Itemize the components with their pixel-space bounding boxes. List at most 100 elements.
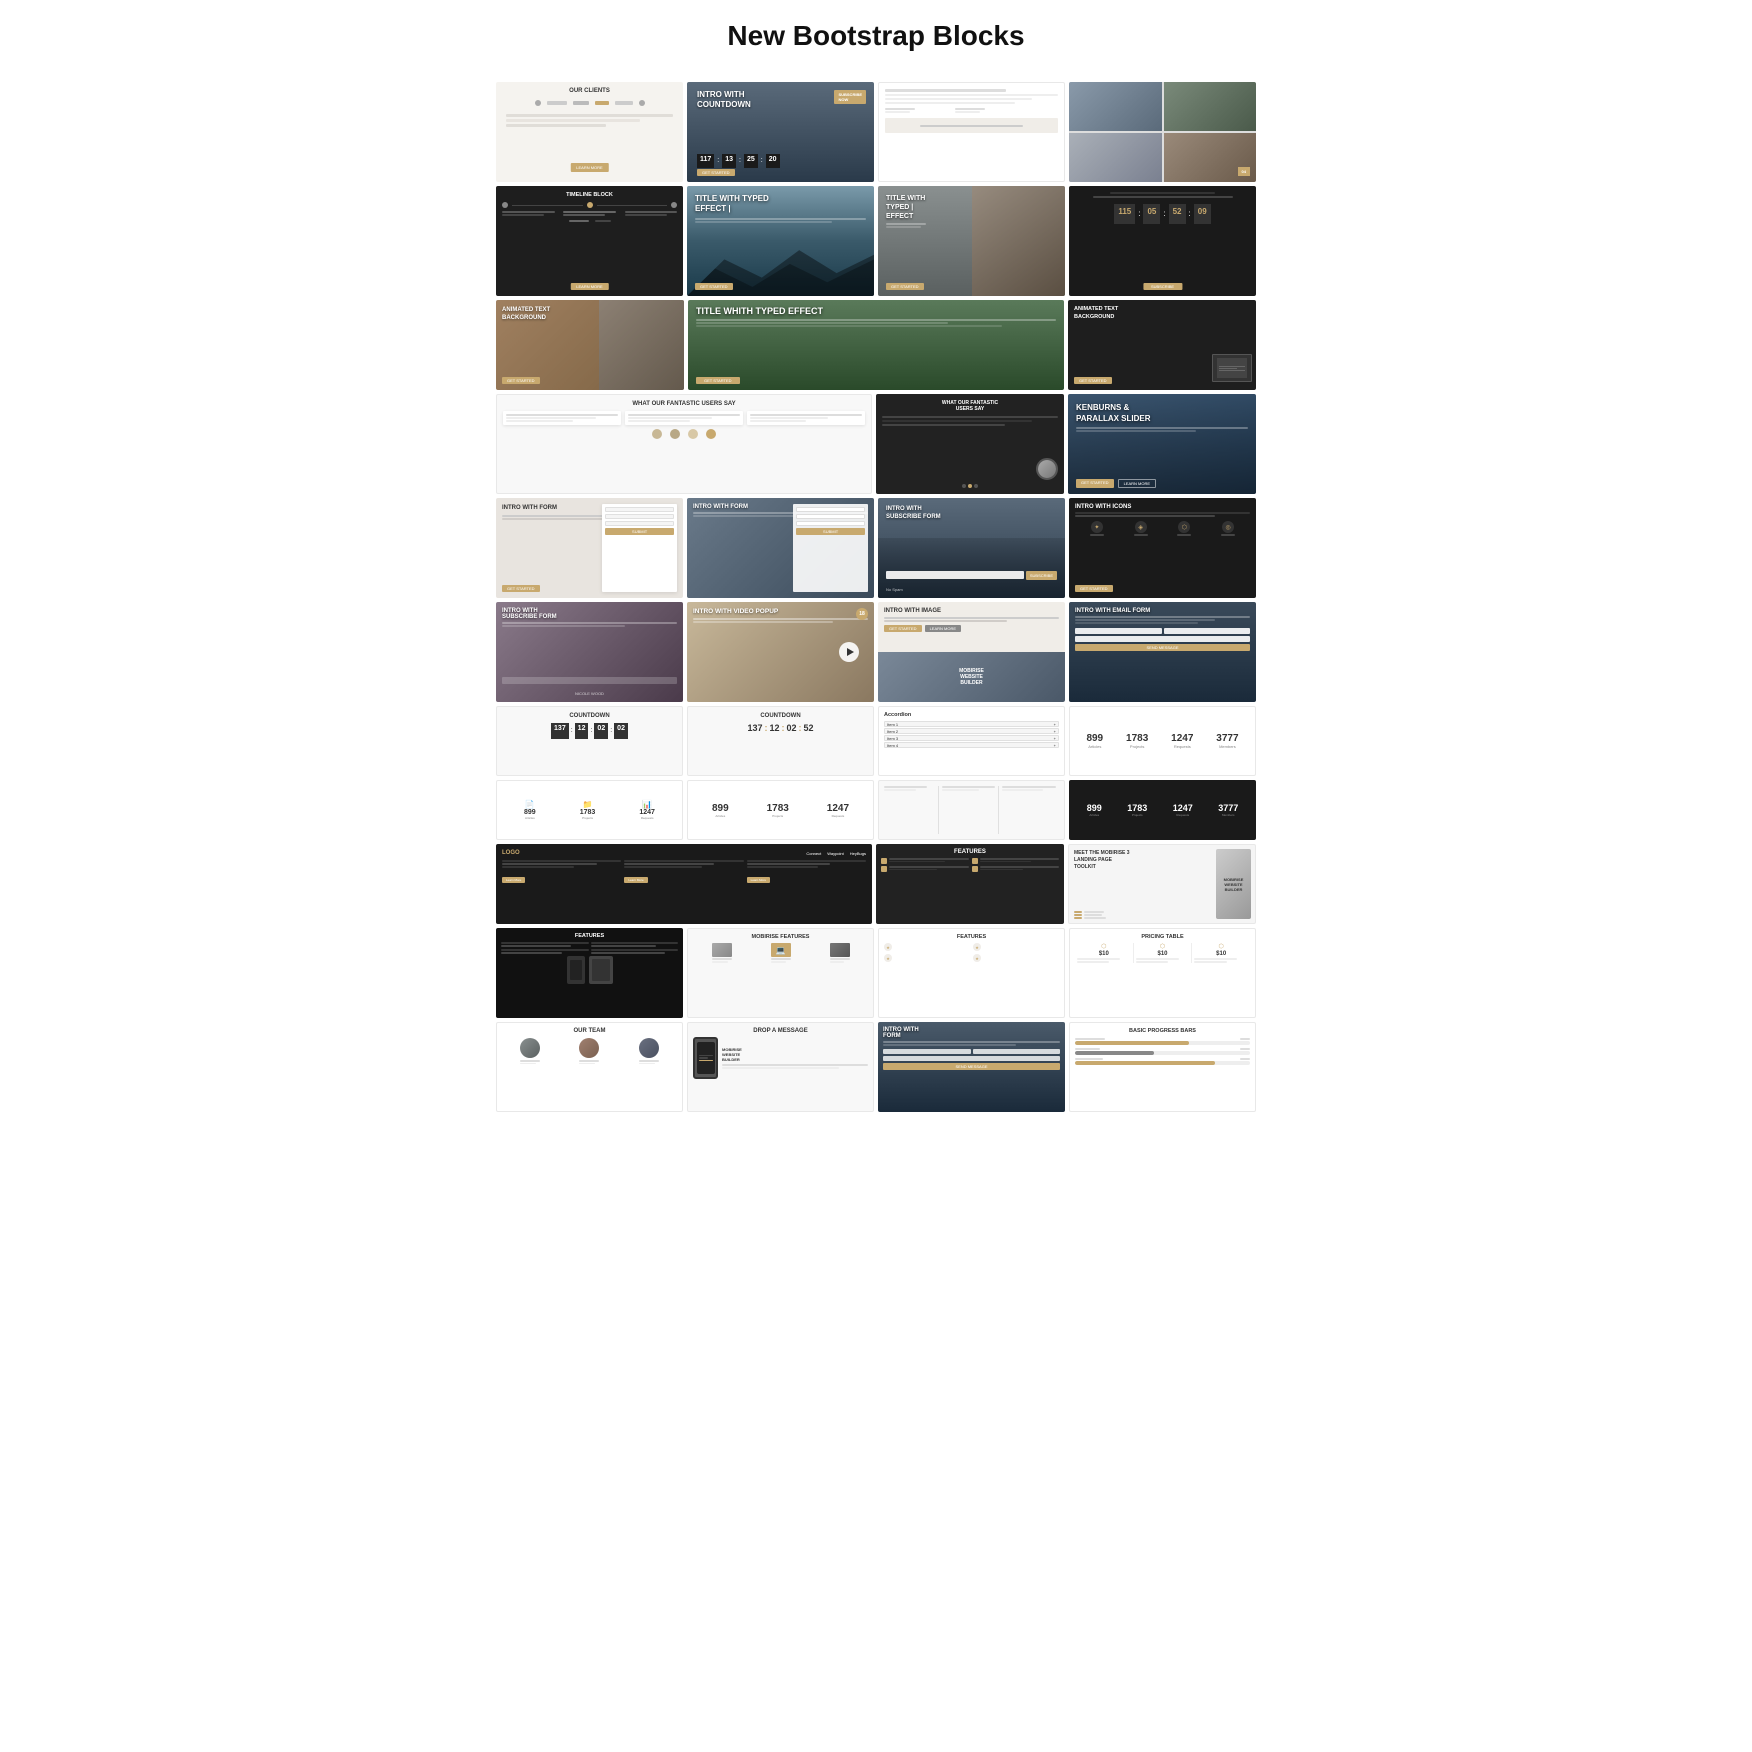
accordion-item-1[interactable]: Item 1+ bbox=[884, 721, 1059, 727]
testimonials-light-block[interactable]: WHAT OUR FANTASTIC USERS SAY bbox=[496, 394, 872, 494]
typed-btn-1[interactable]: GET STARTED bbox=[695, 283, 733, 290]
intro-icons-label: INTRO WITH ICONS bbox=[1075, 504, 1250, 510]
photo-collage-block: 04 bbox=[1069, 82, 1256, 182]
title-typed-mountain[interactable]: TITLE WITH TYPEDEFFECT | GET STARTED bbox=[687, 186, 874, 296]
intro-icons-block[interactable]: INTRO WITH ICONS ✦ ◈ ⬡ ◎ bbox=[1069, 498, 1256, 598]
title-typed-forest[interactable]: TITLE WHITH TYPED EFFECT GET STARTED bbox=[688, 300, 1064, 390]
clients-button[interactable]: LEARN MORE bbox=[570, 163, 608, 172]
intro-image-label: INTRO WITH IMAGE bbox=[884, 608, 1059, 614]
subscribe-button[interactable]: SUBSCRIBENOW bbox=[834, 90, 866, 104]
image-btn-2[interactable]: LEARN MORE bbox=[925, 625, 961, 632]
drop-message-block[interactable]: DROP A MESSAGE MOBIRISEWEBSITEBUILDER bbox=[687, 1022, 874, 1112]
nav-dark-item-2[interactable]: Waypoint bbox=[827, 851, 844, 856]
image-btn-1[interactable]: GET STARTED bbox=[884, 625, 922, 632]
intro-countdown-block[interactable]: INTRO WITHCOUNTDOWN SUBSCRIBENOW 117 : 1… bbox=[687, 82, 874, 182]
icons-btn[interactable]: GET STARTED bbox=[1075, 585, 1113, 592]
intro-subscribe-block[interactable]: INTRO WITHSUBSCRIBE FORM SUBSCRIBE No Sp… bbox=[878, 498, 1065, 598]
no-spam-text: No Spam bbox=[886, 587, 903, 592]
nav-btn-2[interactable]: Learn More bbox=[624, 877, 647, 883]
title-typed-desk[interactable]: TITLE WITHTYPED |EFFECT GET STARTED bbox=[878, 186, 1065, 296]
countdown-btn-1[interactable]: GET STARTED bbox=[697, 169, 735, 176]
features-white-icons[interactable]: FEATURES ★ ★ ★ ★ bbox=[878, 928, 1065, 1018]
intro-subscribe-label: INTRO WITHSUBSCRIBE FORM bbox=[886, 506, 1057, 522]
countdown-1-timer: 137 : 12 : 02 : 02 bbox=[503, 723, 676, 739]
progress-bars-block: Basic Progress Bars bbox=[1069, 1022, 1256, 1112]
intro-form-light-btn[interactable]: GET STARTED bbox=[502, 585, 540, 592]
mobirise-builder-text: MOBIRISEWEBSITEBUILDER bbox=[959, 668, 984, 686]
form-submit-dark[interactable]: SUBMIT bbox=[796, 528, 865, 535]
intro-video-label: INTRO WITH VIDEO POPUP bbox=[693, 608, 868, 615]
dark-countdown-block[interactable]: 115 : 05 : 52 : 09 SUBSCRIBE bbox=[1069, 186, 1256, 296]
animated-dark-btn[interactable]: GET STARTED bbox=[1074, 377, 1112, 384]
email-form-btn[interactable]: SEND MESSAGE bbox=[1075, 644, 1250, 651]
progress-label: Basic Progress Bars bbox=[1075, 1028, 1250, 1034]
stats-numbers-block: 899 Articles 1783 Projects 1247 Requests bbox=[687, 780, 874, 840]
page-title: New Bootstrap Blocks bbox=[496, 20, 1256, 52]
features-dark-label: FEATURES bbox=[881, 849, 1059, 855]
our-clients-block[interactable]: OUR CLIENTS LEARN MORE bbox=[496, 82, 683, 182]
drop-message-label: DROP A MESSAGE bbox=[693, 1028, 868, 1034]
accordion-item-4[interactable]: Item 4+ bbox=[884, 742, 1059, 748]
typed-btn-2[interactable]: GET STARTED bbox=[886, 283, 924, 290]
stats-icons-block: 📄 899 Articles 📁 1783 Projects 📊 1247 Re… bbox=[496, 780, 683, 840]
nav-dark-logo: LOGO bbox=[502, 850, 520, 856]
nav-btn-3[interactable]: Learn More bbox=[747, 877, 770, 883]
kenburns-btn-2[interactable]: LEARN MORE bbox=[1118, 479, 1156, 488]
accordion-item-3[interactable]: Item 3+ bbox=[884, 735, 1059, 741]
our-team-label: OUR TEAM bbox=[502, 1028, 677, 1034]
intro-video-block[interactable]: INTRO WITH VIDEO POPUP 18 bbox=[687, 602, 874, 702]
accordion-block[interactable]: Accordion Item 1+ Item 2+ Item 3+ Item 4… bbox=[878, 706, 1065, 776]
animated-text-olive[interactable]: ANIMATED TEXTBACKGROUND GET STARTED bbox=[496, 300, 684, 390]
nav-dark-item-3[interactable]: HeyBugs bbox=[850, 851, 866, 856]
intro-image-block[interactable]: INTRO WITH IMAGE GET STARTED LEARN MORE … bbox=[878, 602, 1065, 702]
intro-email-block[interactable]: INTRO WITH EMAIL FORM SEND MESSAGE bbox=[1069, 602, 1256, 702]
our-team-block[interactable]: OUR TEAM bbox=[496, 1022, 683, 1112]
numbers-block: 899 Articles 1783 Projects 1247 Requests… bbox=[1069, 706, 1256, 776]
intro-form-blurred-block[interactable]: INTRO WITHSUBSCRIBE FORM NICOLE WOOD bbox=[496, 602, 683, 702]
countdown-timer-1: 117 : 13 : 25 : 20 bbox=[697, 154, 780, 168]
form-blurred-name: NICOLE WOOD bbox=[575, 691, 604, 696]
page-wrapper: New Bootstrap Blocks OUR CLIENTS LEARN M… bbox=[496, 20, 1256, 1116]
intro-email-label: INTRO WITH EMAIL FORM bbox=[1075, 608, 1250, 614]
stats-services-block bbox=[878, 780, 1065, 840]
countdown-1-block[interactable]: COUNTDOWN 137 : 12 : 02 : 02 bbox=[496, 706, 683, 776]
timeline-label: TIMELINE BLOCK bbox=[502, 192, 677, 198]
animated-text-dark-label: ANIMATED TEXTBACKGROUND bbox=[1074, 306, 1250, 321]
kenburns-btn-1[interactable]: GET STARTED bbox=[1076, 479, 1114, 488]
forest-btn[interactable]: GET STARTED bbox=[696, 377, 740, 384]
nav-btn-1[interactable]: Learn More bbox=[502, 877, 525, 883]
animated-text-dark[interactable]: ANIMATED TEXTBACKGROUND GET STARTED bbox=[1068, 300, 1256, 390]
timeline-block[interactable]: TIMELINE BLOCK LEARN MORE bbox=[496, 186, 683, 296]
features-white-label: FEATURES bbox=[884, 934, 1059, 940]
title-typed-1-label: TITLE WITH TYPEDEFFECT | bbox=[695, 194, 866, 215]
testimonials-label-2: WHAT OUR FANTASTICUSERS SAY bbox=[882, 400, 1058, 412]
nav-dark-item-1[interactable]: Connect bbox=[806, 851, 821, 856]
intro-form-final-label: INTRO WITHFORM bbox=[883, 1027, 1060, 1039]
timeline-btn[interactable]: LEARN MORE bbox=[570, 283, 608, 290]
intro-form-blurred-label: INTRO WITHSUBSCRIBE FORM bbox=[502, 608, 677, 620]
title-typed-forest-label: TITLE WHITH TYPED EFFECT bbox=[696, 306, 1056, 316]
countdown-2-block[interactable]: COUNTDOWN 137 : 12 : 02 : 52 bbox=[687, 706, 874, 776]
form-submit-btn[interactable]: SUBMIT bbox=[605, 528, 674, 535]
kenburns-label: KENBURNS &PARALLAX SLIDER bbox=[1076, 402, 1248, 424]
content-block bbox=[878, 82, 1065, 182]
testimonials-dark-block[interactable]: WHAT OUR FANTASTICUSERS SAY bbox=[876, 394, 1064, 494]
kenburns-block[interactable]: KENBURNS &PARALLAX SLIDER GET STARTED LE… bbox=[1068, 394, 1256, 494]
intro-form-dark-block[interactable]: INTRO WITH FORM SUBMIT bbox=[687, 498, 874, 598]
nav-dark-block[interactable]: LOGO Connect Waypoint HeyBugs Learn More bbox=[496, 844, 872, 924]
meet-mobirise-block[interactable]: MEET THE MOBIRISE 3LANDING PAGETOOLKIT M… bbox=[1068, 844, 1256, 924]
features-dark-block[interactable]: FEATURES bbox=[876, 844, 1064, 924]
subscribe-form-btn[interactable]: SUBSCRIBE bbox=[1026, 571, 1057, 580]
video-badge: 18 bbox=[856, 608, 868, 620]
final-form-btn[interactable]: SEND MESSAGE bbox=[883, 1063, 1060, 1070]
pricing-table-preview[interactable]: PRICING TABLE ⬡ $10 ⬡ $10 ⬡ $10 bbox=[1069, 928, 1256, 1018]
countdown-2-timer: 137 : 12 : 02 : 52 bbox=[694, 723, 867, 733]
dark-countdown-btn[interactable]: SUBSCRIBE bbox=[1143, 283, 1182, 290]
mobirise-features-block[interactable]: MOBIRISE FEATURES 💻 bbox=[687, 928, 874, 1018]
features-dark-phone[interactable]: FEATURES bbox=[496, 928, 683, 1018]
intro-form-light-block[interactable]: INTRO WITH FORM SUBMIT GET STARTED bbox=[496, 498, 683, 598]
animated-btn[interactable]: GET STARTED bbox=[502, 377, 540, 384]
intro-form-final-block[interactable]: INTRO WITHFORM SEND MESSAGE bbox=[878, 1022, 1065, 1112]
accordion-item-2[interactable]: Item 2+ bbox=[884, 728, 1059, 734]
title-typed-2-label: TITLE WITHTYPED |EFFECT bbox=[886, 194, 926, 221]
